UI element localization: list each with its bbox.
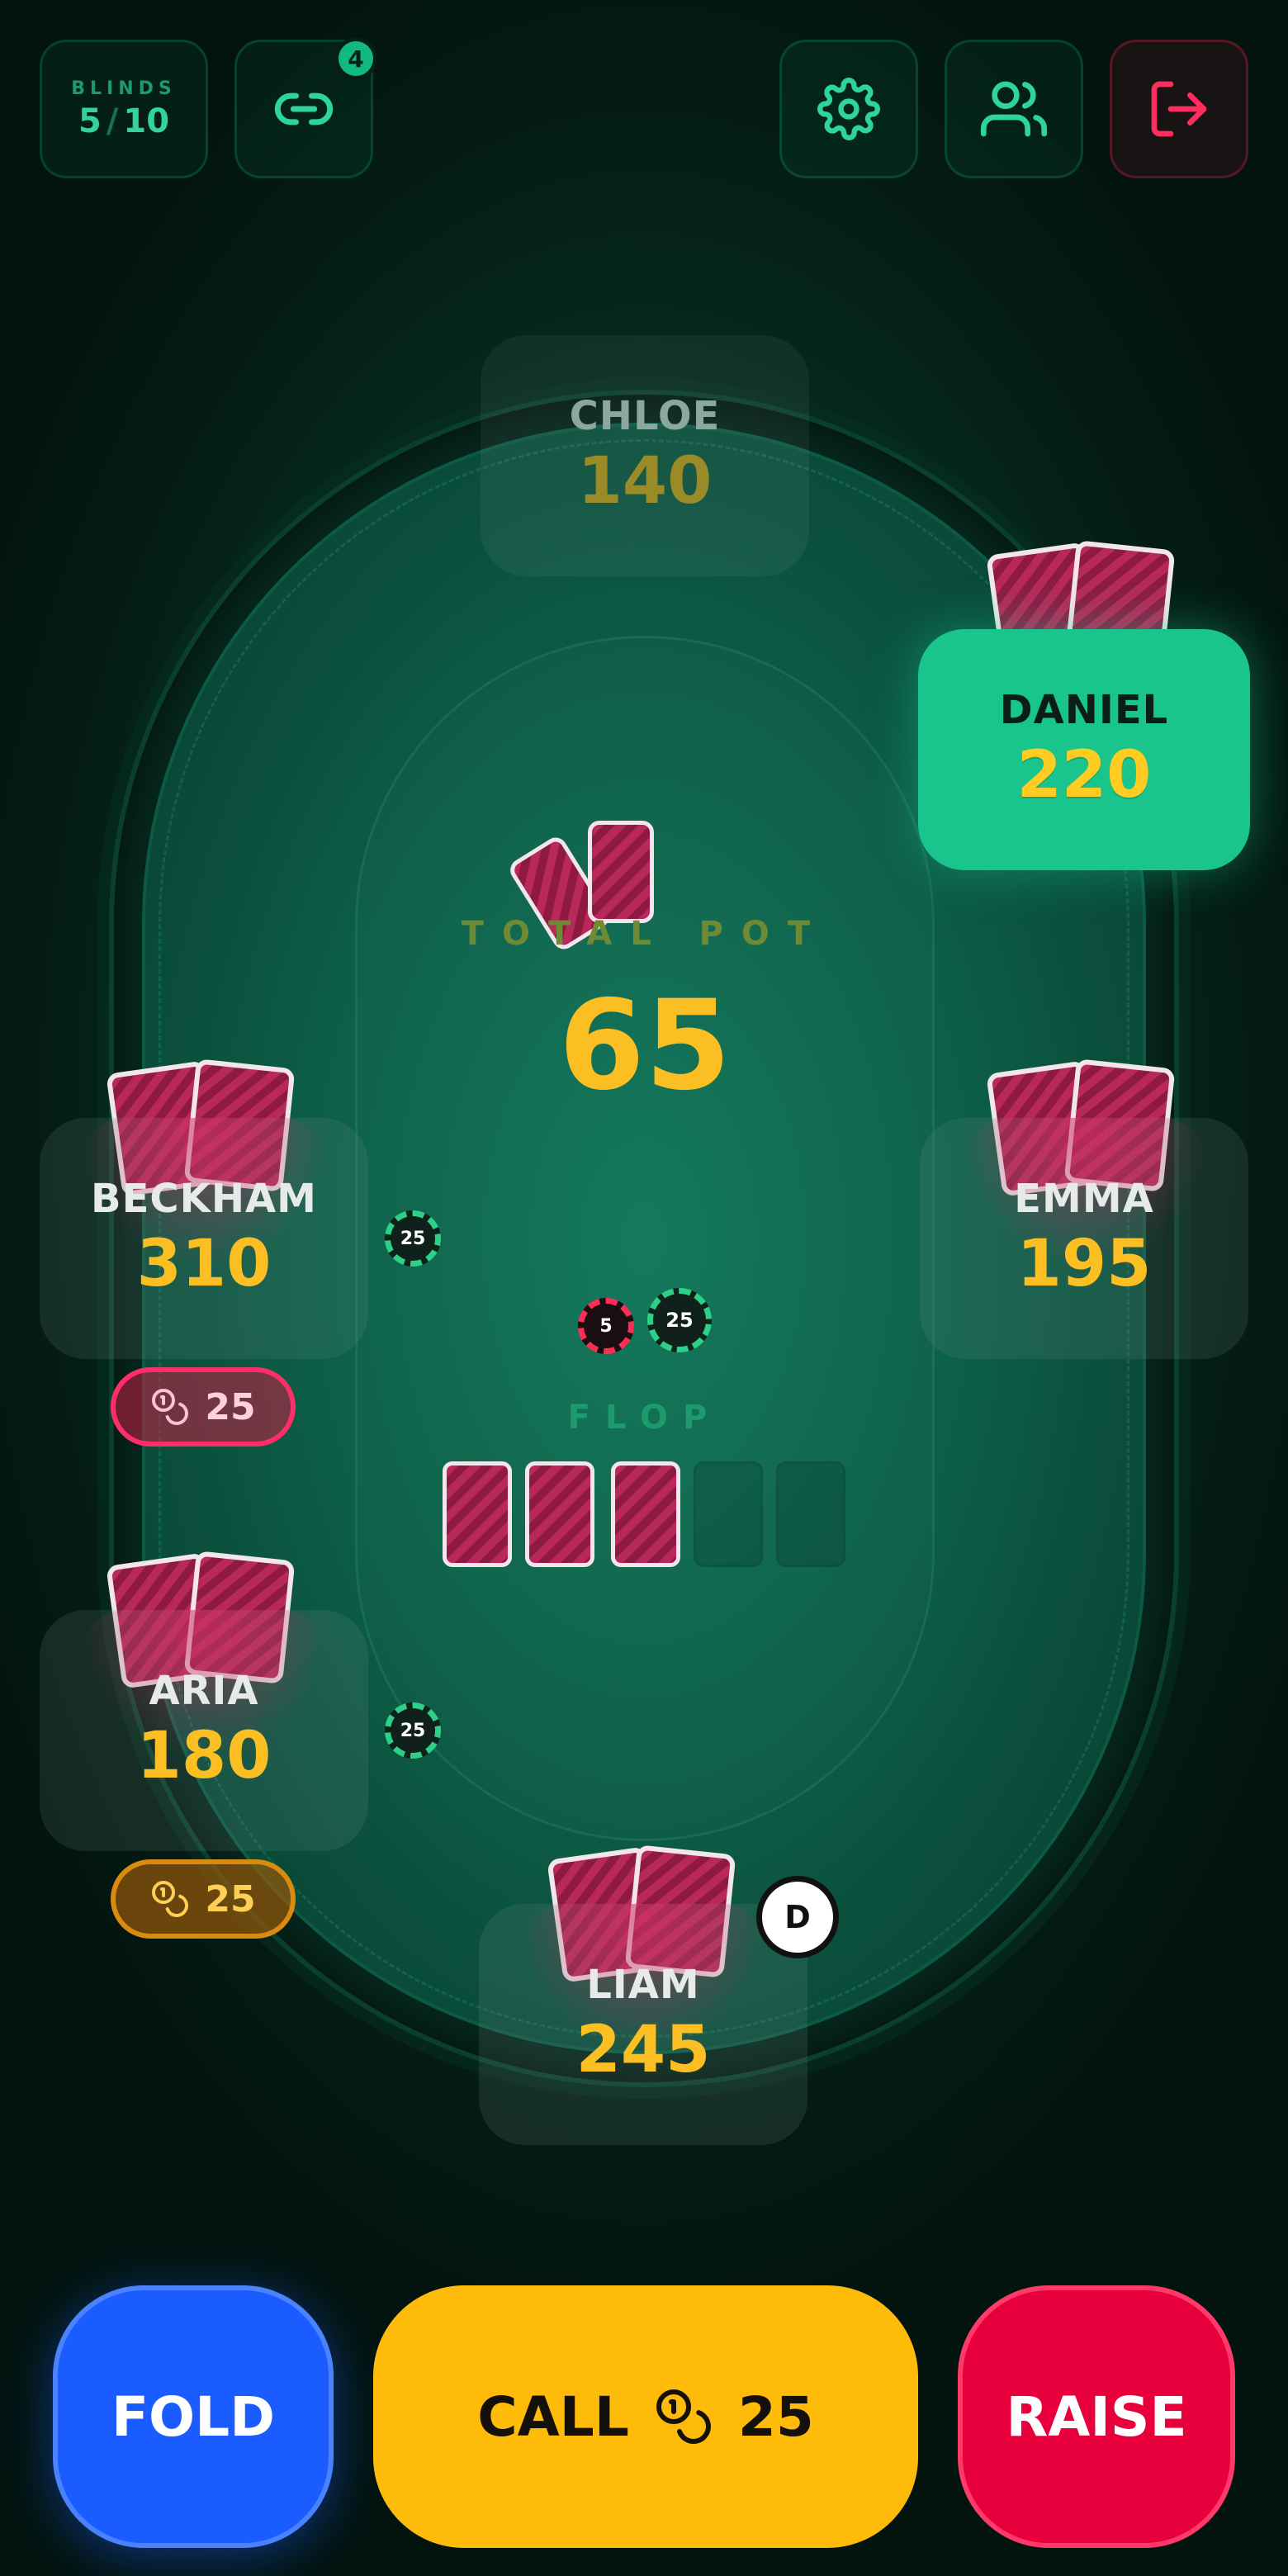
dealer-button: D [756,1876,839,1958]
raise-label: RAISE [1006,2384,1187,2449]
player-chips: 180 [136,1719,272,1793]
bet-amount: 25 [205,1878,256,1920]
board-card-slot [694,1461,763,1567]
bet-badge: 25 [111,1367,296,1447]
table-inner-oval [355,636,935,1841]
pot-chip-value: 25 [665,1309,694,1332]
blinds-separator: / [106,102,119,140]
pot-chip: 25 [647,1288,712,1352]
player-chips: 245 [575,2013,711,2087]
player-name: CHLOE [569,393,721,439]
seat-emma: EMMA 195 [920,1118,1248,1359]
player-chips: 220 [1016,738,1152,812]
raise-button[interactable]: RAISE [958,2285,1235,2548]
call-button[interactable]: CALL 25 [373,2285,918,2548]
users-icon [981,81,1047,137]
blinds-value: 5/10 [78,102,169,140]
seat-aria: ARIA 180 [40,1610,368,1851]
player-name: BECKHAM [91,1176,317,1222]
board-card-slot [776,1461,845,1567]
fold-label: FOLD [111,2384,276,2449]
dealing-card [588,821,654,923]
fold-button[interactable]: FOLD [53,2285,334,2548]
seat-daniel: DANIEL 220 [918,629,1250,870]
call-amount: 25 [737,2384,814,2449]
bet-chip-value: 25 [400,1228,426,1249]
player-name: LIAM [586,1962,700,2008]
bet-amount: 25 [205,1385,256,1428]
pot-label: TOTAL POT [461,915,829,953]
coins-icon [152,1881,189,1917]
blinds-indicator: BLINDS 5/10 [40,40,208,178]
pot-chip-value: 5 [599,1315,613,1337]
coins-icon [152,1389,189,1425]
seat-chloe: CHLOE 140 [481,335,809,576]
link-icon [274,92,334,125]
call-label: CALL [477,2384,629,2449]
leave-table-button[interactable] [1110,40,1248,178]
invite-link-button[interactable]: 4 [234,37,377,178]
players-button[interactable] [945,40,1083,178]
seat-liam: LIAM 245 [479,1904,807,2145]
player-chips: 140 [577,444,713,519]
player-chips: 310 [136,1227,272,1301]
board-card [611,1461,680,1567]
gear-icon [817,78,880,140]
pot-value: 65 [558,974,732,1118]
small-blind: 5 [78,102,102,140]
player-name: DANIEL [999,687,1169,733]
bet-chip: 25 [385,1210,441,1267]
hole-cards [986,540,1186,679]
pot-chip: 5 [578,1298,634,1354]
player-chips: 195 [1016,1227,1152,1301]
seat-beckham: BECKHAM 310 [40,1118,368,1359]
logout-icon [1151,81,1207,137]
bet-badge: 25 [111,1859,296,1939]
player-name: EMMA [1014,1176,1154,1222]
invite-count-badge: 4 [334,37,377,80]
player-name: ARIA [149,1668,259,1714]
bet-chip-value: 25 [400,1720,426,1741]
blinds-label: BLINDS [71,78,177,99]
big-blind: 10 [123,102,170,140]
settings-button[interactable] [779,40,918,178]
board-card [525,1461,594,1567]
coins-icon [656,2389,711,2444]
bet-chip: 25 [385,1702,441,1759]
street-label: FLOP [567,1399,722,1437]
board-card [443,1461,512,1567]
